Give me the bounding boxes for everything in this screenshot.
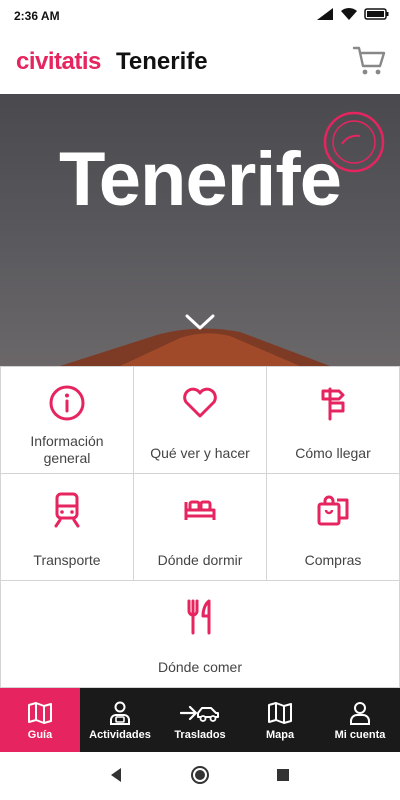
signal-icon [317, 8, 333, 20]
grid-item-label: Dónde comer [157, 659, 243, 675]
user-icon [350, 702, 370, 725]
nav-label: Mapa [265, 729, 295, 741]
nav-item-guia[interactable]: Guía [0, 688, 80, 752]
app-header: civitatis Tenerife [0, 32, 400, 94]
grid-item-donde-dormir[interactable]: Dónde dormir [133, 473, 267, 581]
nav-item-mapa[interactable]: Mapa [240, 688, 320, 752]
grid-item-label: Transporte [33, 552, 101, 568]
info-icon [49, 385, 85, 421]
heart-icon [183, 387, 217, 418]
grid-item-label: Compras [304, 552, 362, 568]
grid-item-como-llegar[interactable]: Cómo llegar [266, 366, 400, 474]
nav-label: Mi cuenta [334, 729, 386, 741]
grid-item-donde-comer[interactable]: Dónde comer [0, 580, 400, 688]
signpost-icon [321, 387, 345, 421]
battery-icon [364, 8, 389, 20]
home-icon[interactable] [190, 765, 210, 785]
bottom-nav: Guía Actividades Traslados Mapa Mi cuent… [0, 688, 400, 752]
grid-item-que-ver-y-hacer[interactable]: Qué ver y hacer [133, 366, 267, 474]
status-icons [316, 7, 390, 21]
map-icon [268, 702, 292, 724]
stamp-icon [323, 111, 385, 173]
grid-item-transporte[interactable]: Transporte [0, 473, 134, 581]
fork-knife-icon [187, 599, 211, 635]
recents-icon[interactable] [276, 768, 290, 782]
chevron-down-icon[interactable] [184, 312, 216, 332]
status-time: 2:36 AM [14, 9, 60, 23]
nav-label: Guía [27, 729, 53, 741]
cart-icon[interactable] [352, 44, 386, 78]
nav-label: Actividades [89, 729, 151, 741]
grid-item-label: Qué ver y hacer [150, 445, 250, 461]
system-nav-bar [0, 752, 400, 800]
nav-item-traslados[interactable]: Traslados [160, 688, 240, 752]
page-title: Tenerife [116, 48, 208, 75]
grid-item-compras[interactable]: Compras [266, 473, 400, 581]
guide-grid: Información general Qué ver y hacer Cómo… [0, 366, 400, 688]
brand-logo: civitatis [16, 48, 101, 75]
status-bar: 2:36 AM [0, 0, 400, 32]
nav-label: Traslados [174, 729, 226, 741]
grid-item-informacion-general[interactable]: Información general [0, 366, 134, 474]
train-icon [54, 492, 80, 528]
grid-item-label: Dónde dormir [157, 552, 243, 568]
map-book-icon [28, 702, 52, 724]
grid-item-label: Información general [30, 433, 104, 466]
back-icon[interactable] [108, 766, 124, 784]
nav-item-mi-cuenta[interactable]: Mi cuenta [320, 688, 400, 752]
hero-banner: Tenerife [0, 94, 400, 366]
car-arrow-icon [180, 705, 219, 722]
nav-item-actividades[interactable]: Actividades [80, 688, 160, 752]
person-icon [110, 701, 130, 725]
bed-icon [184, 500, 216, 520]
grid-item-label: Cómo llegar [295, 445, 371, 461]
screen: 2:36 AM civitatis Tenerife Tenerife Info… [0, 0, 400, 800]
wifi-icon [341, 7, 357, 20]
shopping-bag-icon [317, 495, 349, 526]
